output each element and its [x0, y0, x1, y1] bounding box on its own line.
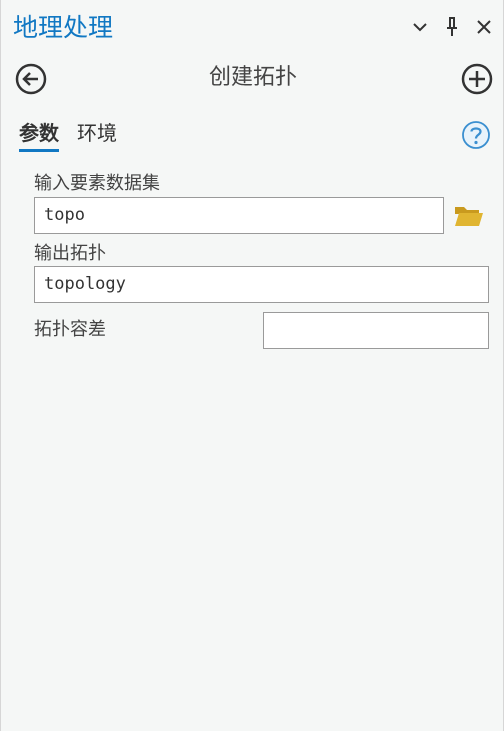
- tool-header: 创建拓扑: [1, 58, 504, 98]
- output-topology-label: 输出拓扑: [34, 243, 106, 264]
- chevron-down-icon[interactable]: [409, 14, 431, 40]
- output-topology-field[interactable]: topology: [34, 266, 489, 303]
- close-icon[interactable]: [473, 14, 495, 40]
- pin-icon[interactable]: [441, 14, 463, 40]
- input-dataset-label: 输入要素数据集: [34, 173, 160, 194]
- tab-parameters[interactable]: 参数: [19, 118, 59, 152]
- help-button[interactable]: [461, 120, 491, 150]
- add-button[interactable]: [461, 63, 493, 95]
- tool-title: 创建拓扑: [208, 65, 297, 90]
- cluster-tolerance-label: 拓扑容差: [34, 319, 106, 340]
- input-dataset-field[interactable]: topo: [34, 197, 444, 234]
- pane-titlebar: 地理处理: [1, 0, 504, 56]
- plus-circle-icon: [461, 63, 493, 95]
- browse-button[interactable]: [454, 202, 484, 228]
- folder-icon: [455, 207, 483, 226]
- help-icon: [462, 121, 490, 149]
- tab-bar: 参数 环境: [19, 118, 117, 152]
- cluster-tolerance-field[interactable]: [263, 312, 489, 349]
- tab-environments[interactable]: 环境: [77, 118, 117, 152]
- pane-controls: [409, 14, 495, 40]
- pane-title: 地理处理: [13, 13, 114, 42]
